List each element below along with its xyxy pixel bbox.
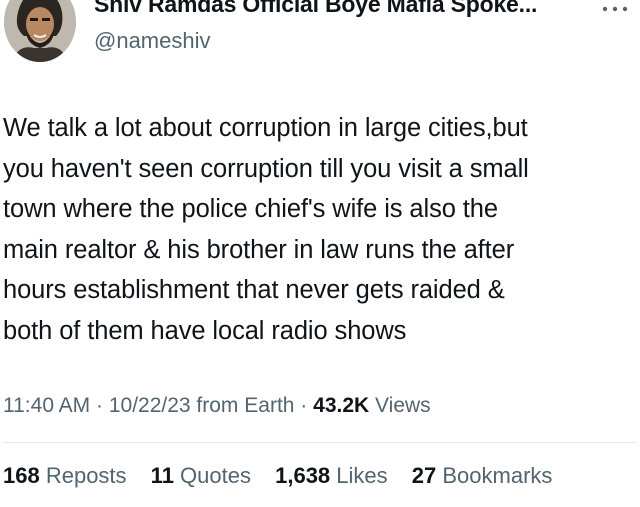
avatar[interactable] <box>4 0 76 62</box>
reposts-stat[interactable]: 168 Reposts <box>3 463 127 488</box>
likes-count: 1,638 <box>275 463 331 488</box>
tweet-line: town where the police chief's wife is al… <box>3 195 498 223</box>
tweet-line: hours establishment that never gets raid… <box>3 276 505 304</box>
tweet-line: We talk a lot about corruption in large … <box>3 114 528 142</box>
tweet-text: We talk a lot about corruption in large … <box>3 108 633 351</box>
quotes-stat[interactable]: 11 Quotes <box>151 463 251 488</box>
reposts-count: 168 <box>3 463 40 488</box>
bookmarks-count: 27 <box>411 463 437 488</box>
author-handle[interactable]: @nameshiv <box>94 28 211 54</box>
meta-separator: · <box>294 394 314 417</box>
tweet-line: you haven't seen corruption till you vis… <box>3 154 529 183</box>
quotes-count: 11 <box>150 463 174 488</box>
quotes-label: Quotes <box>173 463 251 488</box>
views-count[interactable]: 43.2K <box>313 394 369 417</box>
reposts-label: Reposts <box>39 463 127 488</box>
likes-label: Likes <box>330 463 388 488</box>
author-display-name[interactable]: Shiv Ramdas Official Boye Mafia Spoke... <box>94 0 537 18</box>
tweet-date[interactable]: 10/22/23 <box>109 394 191 417</box>
engagement-stats: 168 Reposts 11 Quotes 1,638 Likes 27 Boo… <box>3 463 570 489</box>
tweet-time[interactable]: 11:40 AM <box>3 394 90 417</box>
bookmarks-label: Bookmarks <box>436 463 553 488</box>
more-horizontal-icon[interactable] <box>600 4 630 14</box>
bookmarks-stat[interactable]: 27 Bookmarks <box>412 463 553 488</box>
divider <box>3 442 636 443</box>
views-label[interactable]: Views <box>369 394 431 417</box>
tweet-line: both of them have local radio shows <box>3 316 407 345</box>
tweet-line: main realtor & his brother in law runs t… <box>3 235 515 264</box>
tweet-source: from Earth <box>190 394 295 417</box>
likes-stat[interactable]: 1,638 Likes <box>275 463 388 488</box>
meta-separator: · <box>90 394 109 417</box>
avatar-photo-icon <box>4 0 76 62</box>
tweet-meta: 11:40 AM · 10/22/23 from Earth · 43.2K V… <box>3 394 431 418</box>
